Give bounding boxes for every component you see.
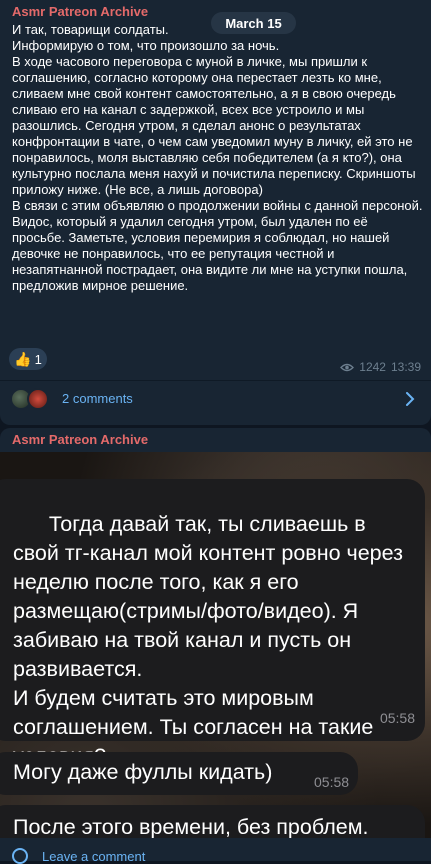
chat-message-text: После этого времени, без проблем.	[13, 815, 369, 839]
chat-message: Могу даже фуллы кидать) 05:58	[0, 752, 358, 795]
chat-message-text: Тогда давай так, ты сливаешь в свой тг-к…	[13, 512, 403, 768]
post-time: 13:39	[390, 360, 421, 374]
post-meta: 1242 13:39	[340, 360, 421, 374]
comments-row[interactable]: 2 comments	[0, 382, 431, 416]
message-time: 05:58	[314, 774, 350, 790]
reaction-count: 1	[34, 351, 42, 367]
leave-comment-row[interactable]: Leave a comment	[0, 838, 431, 864]
date-badge: March 15	[211, 12, 296, 34]
post-sender-name[interactable]: Asmr Patreon Archive	[12, 432, 148, 447]
reaction-chip[interactable]: 👍 1	[9, 348, 47, 370]
leave-comment-link[interactable]: Leave a comment	[42, 849, 145, 864]
channel-post: Asmr Patreon Archive Тогда давай так, ты…	[0, 428, 431, 861]
avatar	[27, 388, 49, 410]
comment-icon	[12, 848, 28, 864]
chevron-right-icon	[406, 392, 415, 406]
chat-message: Тогда давай так, ты сливаешь в свой тг-к…	[0, 479, 425, 768]
message-time: 05:58	[379, 710, 415, 726]
chat-message-text: Могу даже фуллы кидать)	[13, 760, 273, 784]
screenshot-photo[interactable]: Тогда давай так, ты сливаешь в свой тг-к…	[0, 452, 431, 861]
thumbs-up-icon: 👍	[14, 350, 32, 367]
post-text: И так, товарищи солдаты. Информирую о то…	[12, 22, 423, 293]
views-eye-icon	[340, 363, 355, 371]
divider	[0, 380, 431, 381]
channel-post: Asmr Patreon Archive И так, товарищи сол…	[0, 0, 431, 425]
comments-link[interactable]: 2 comments	[62, 391, 133, 406]
views-count: 1242	[359, 360, 386, 374]
post-sender-name[interactable]: Asmr Patreon Archive	[12, 4, 148, 19]
commenter-avatars	[10, 388, 55, 410]
